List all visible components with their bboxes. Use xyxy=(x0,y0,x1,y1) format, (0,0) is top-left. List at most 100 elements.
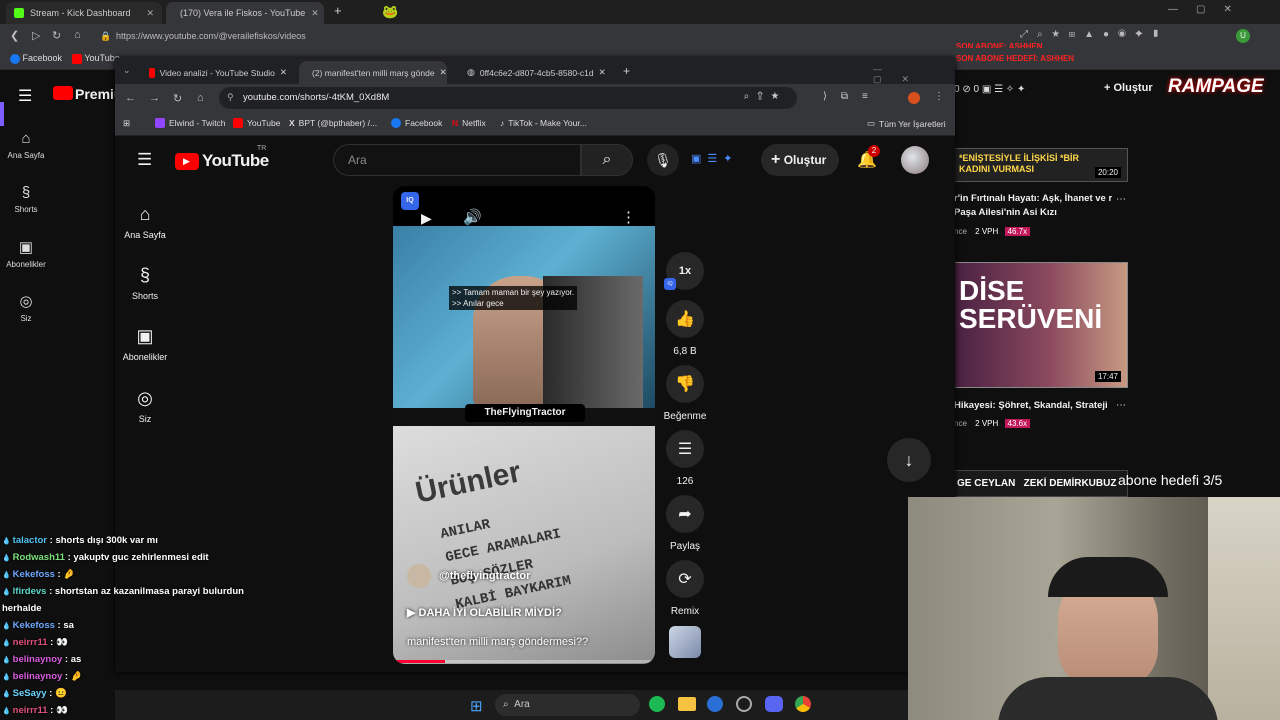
back-icon[interactable]: ❮ xyxy=(10,29,19,42)
bookmark-item[interactable]: YouTube xyxy=(233,118,280,128)
inner-tab-guid[interactable]: ◍ 0ff4c6e2-d807-4cb5-8580-c1d ✕ xyxy=(459,61,613,84)
bg-create-button[interactable]: + Oluştur xyxy=(1104,82,1153,94)
close-icon[interactable]: ✕ xyxy=(311,8,319,19)
bg-sidebar-you[interactable]: ◎ Siz xyxy=(0,292,52,323)
tab-search-icon[interactable]: ⌄ xyxy=(123,65,131,76)
back-icon[interactable]: ← xyxy=(125,92,136,104)
streamer-video-frame xyxy=(393,226,655,408)
suggested-link[interactable]: ▶ DAHA İYİ OLABİLİR MİYDİ? xyxy=(407,606,562,619)
short-player[interactable]: IQ ▶ 🔊 ⋮ >> Tamam maman bir şey yazıyor.… xyxy=(393,186,655,664)
new-tab-button[interactable]: + xyxy=(623,64,630,78)
video-thumb-1[interactable]: *ENİŞTESİYLE İLİŞKİSİ *BİR KADINI VURMAS… xyxy=(954,148,1128,182)
iq-extension-icon[interactable]: IQ xyxy=(664,278,676,290)
chat-message: 💧 neirrr11 : 👀 xyxy=(2,705,68,716)
extension-icons[interactable]: ▣☰✦ xyxy=(691,152,738,165)
volume-icon[interactable]: 🔊 xyxy=(463,208,482,226)
reload-icon[interactable]: ↻ xyxy=(52,29,61,42)
menu-icon[interactable]: ☰ xyxy=(137,150,152,170)
bookmark-item[interactable]: Elwind - Twitch xyxy=(155,118,226,128)
bookmark-facebook[interactable]: Facebook xyxy=(10,53,62,64)
more-icon[interactable]: ⋯ xyxy=(1116,400,1126,411)
sidebar-item-shorts[interactable]: § Shorts xyxy=(115,265,175,301)
bookmark-youtube[interactable]: YouTube xyxy=(72,53,120,64)
chrome-blue-icon[interactable] xyxy=(707,696,723,712)
sound-thumbnail[interactable] xyxy=(669,626,701,658)
channel-handle[interactable]: @theflyingtractor xyxy=(439,570,530,582)
extension-icons[interactable]: ⤢⌕★⊞▲●◉✦▮ xyxy=(1020,29,1168,40)
remix-button[interactable]: ⟳ Remix xyxy=(663,560,707,617)
sidebar-item-home[interactable]: ⌂ Ana Sayfa xyxy=(115,204,175,240)
bookmark-item[interactable]: X BPT (@bpthaber) /... xyxy=(289,118,377,128)
create-button[interactable]: + Oluştur xyxy=(761,144,839,176)
speed-button[interactable]: 1x xyxy=(663,252,707,298)
video-thumb-3[interactable]: GE CEYLAN ZEKİ DEMİRKUBUZ xyxy=(954,470,1128,497)
like-button[interactable]: 👍 6,8 B xyxy=(663,300,707,357)
windows-start-icon[interactable]: ⊞ xyxy=(470,697,483,715)
close-icon[interactable]: ✕ xyxy=(599,67,606,78)
video-title-2[interactable]: Hikayesi: Şöhret, Skandal, Strateji xyxy=(954,400,1114,411)
search-button[interactable]: ⌕ xyxy=(581,144,633,176)
inner-bookmarks-bar: ⊞ Elwind - Twitch YouTube X BPT (@bpthabe… xyxy=(115,112,955,136)
menu-icon[interactable]: ☰ xyxy=(18,86,32,106)
taskbar-search[interactable]: ⌕ Ara xyxy=(495,694,640,716)
chat-text: yakuptv guc zehirlenmesi edit xyxy=(73,552,209,563)
forward-icon[interactable]: → xyxy=(149,92,160,104)
inner-tab-short[interactable]: (2) manifest'ten milli marş gönde ✕ xyxy=(299,61,447,84)
sidebar-item-you[interactable]: ◎ Siz xyxy=(115,388,175,424)
window-controls[interactable]: —▢✕ xyxy=(1168,4,1250,15)
close-icon[interactable]: ✕ xyxy=(146,8,154,19)
sidebar-item-subscriptions[interactable]: ▣ Abonelikler xyxy=(115,326,175,362)
home-icon[interactable]: ⌂ xyxy=(74,29,81,41)
obs-icon[interactable] xyxy=(736,696,752,712)
voice-search-button[interactable]: 🎙 xyxy=(647,144,679,176)
share-button[interactable]: ➦ Paylaş xyxy=(663,495,707,552)
video-thumb-2[interactable]: DİSE SERÜVENİ 17:47 xyxy=(954,262,1128,388)
home-icon[interactable]: ⌂ xyxy=(197,92,204,104)
file-explorer-icon[interactable] xyxy=(678,697,696,711)
site-info-icon[interactable]: ⚲ xyxy=(227,92,234,103)
video-title-1[interactable]: r'in Fırtınalı Hayatı: Aşk, İhanet ve r … xyxy=(954,192,1114,220)
url-actions[interactable]: ⌕⇪★ xyxy=(744,91,787,102)
avatar[interactable] xyxy=(901,146,929,174)
all-bookmarks[interactable]: ▭ Tüm Yer İşaretleri xyxy=(867,118,946,129)
search-input[interactable]: Ara xyxy=(333,144,581,176)
inner-tab-studio[interactable]: Video analizi - YouTube Studio ✕ xyxy=(141,61,295,84)
discord-icon[interactable] xyxy=(765,696,783,712)
bg-sidebar-subscriptions[interactable]: ▣ Abonelikler xyxy=(0,238,52,269)
channel-avatar[interactable] xyxy=(407,564,431,588)
window-controls[interactable]: —▢✕ xyxy=(873,64,955,85)
apps-icon[interactable]: ⊞ xyxy=(123,118,130,129)
bookmark-item[interactable]: N Netflix xyxy=(452,118,486,128)
reload-icon[interactable]: ↻ xyxy=(173,92,182,105)
next-short-button[interactable]: ↓ xyxy=(887,438,931,482)
outer-url[interactable]: https://www.youtube.com/@verailefiskos/v… xyxy=(116,31,306,41)
chrome-icon[interactable] xyxy=(795,696,811,712)
close-icon[interactable]: ✕ xyxy=(280,67,287,78)
bg-sidebar-shorts[interactable]: § Shorts xyxy=(0,184,52,214)
url-field[interactable]: ⚲ youtube.com/shorts/-4tKM_0Xd8M ⌕⇪★ xyxy=(219,87,797,109)
new-tab-button[interactable]: + xyxy=(334,3,342,18)
tiktok-icon: ♪ xyxy=(500,118,505,128)
kebab-menu-icon[interactable]: ⋮ xyxy=(934,91,944,102)
close-icon[interactable]: ✕ xyxy=(440,67,447,78)
progress-track[interactable] xyxy=(393,660,655,663)
profile-avatar[interactable]: U xyxy=(1236,29,1250,43)
more-options-icon[interactable]: ⋮ xyxy=(621,208,636,226)
bookmark-item[interactable]: Facebook xyxy=(391,118,442,128)
spotify-icon[interactable] xyxy=(649,696,665,712)
more-icon[interactable]: ⋯ xyxy=(1116,194,1126,205)
profile-avatar[interactable] xyxy=(908,92,920,104)
chat-badge-icon: 💧 xyxy=(2,538,13,545)
extension-icons[interactable]: ⟩⧉≡ xyxy=(823,91,882,102)
comments-button[interactable]: ☰ 126 xyxy=(663,430,707,487)
outer-tab-kick[interactable]: Stream - Kick Dashboard ✕ xyxy=(6,2,162,24)
subscriptions-icon: ▣ xyxy=(18,239,34,256)
forward-icon[interactable]: ▷ xyxy=(32,29,40,42)
outer-tab-youtube[interactable]: (170) Vera ile Fiskos - YouTube ✕ xyxy=(166,2,324,24)
chat-badge-icon: 💧 xyxy=(2,657,13,664)
bg-sidebar-home[interactable]: ⌂ Ana Sayfa xyxy=(0,130,52,160)
bookmark-item[interactable]: ♪ TikTok - Make Your... xyxy=(500,118,587,128)
iq-extension-icon[interactable]: IQ xyxy=(401,192,419,210)
dislike-button[interactable]: 👎 Beğenme xyxy=(663,365,707,422)
play-icon[interactable]: ▶ xyxy=(421,210,432,227)
